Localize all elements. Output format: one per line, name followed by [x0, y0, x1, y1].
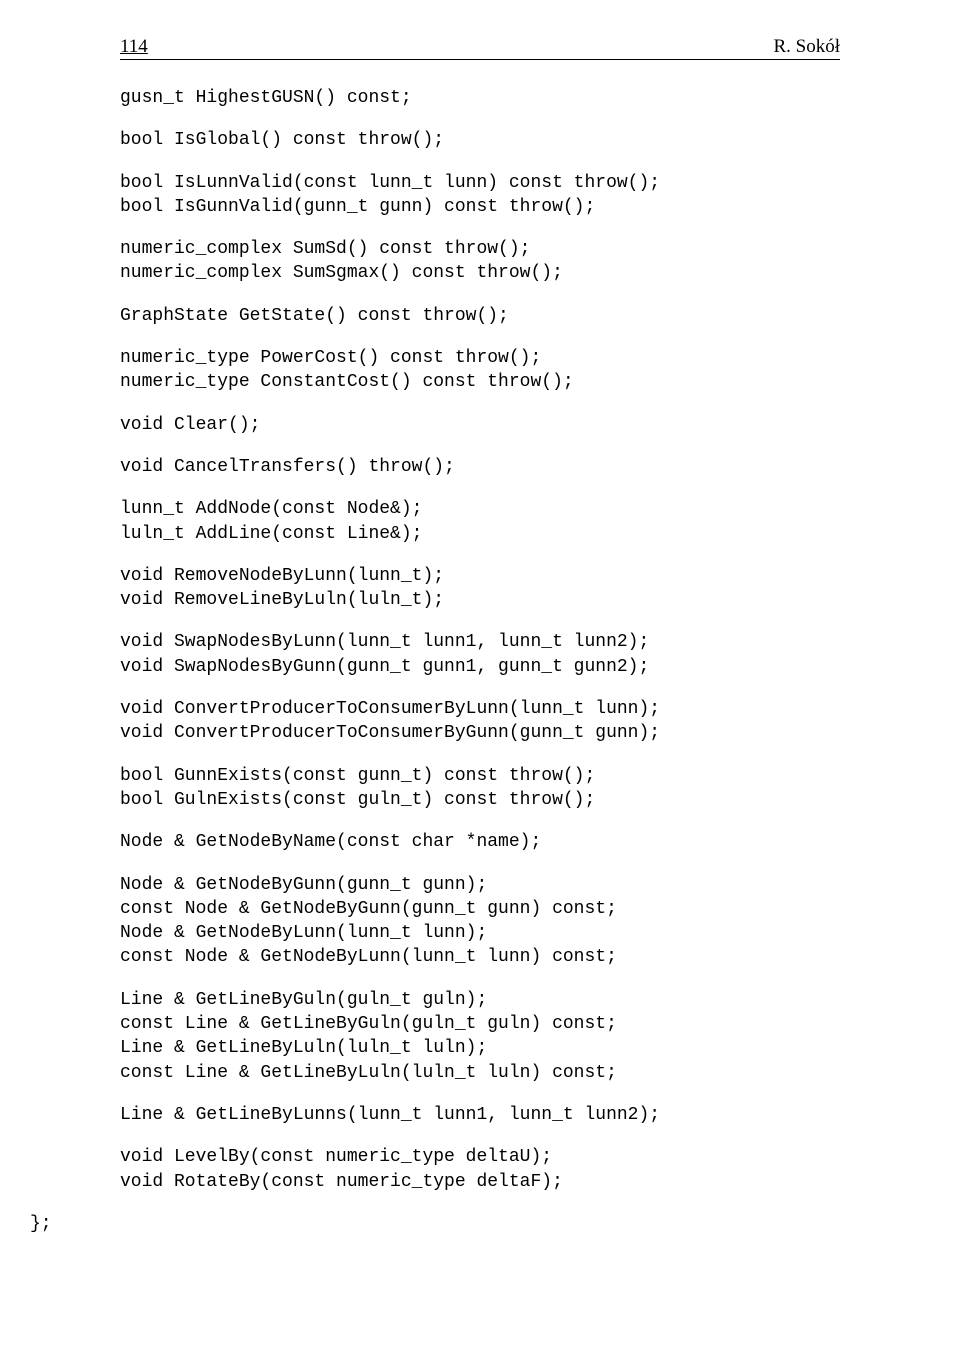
code-line: void ConvertProducerToConsumerByLunn(lun… [120, 697, 840, 746]
code-closing-brace: }; [30, 1214, 840, 1234]
code-line: void SwapNodesByLunn(lunn_t lunn1, lunn_… [120, 630, 840, 679]
code-line: bool GunnExists(const gunn_t) const thro… [120, 764, 840, 813]
code-listing: gusn_t HighestGUSN() const; bool IsGloba… [120, 86, 840, 1234]
code-line: gusn_t HighestGUSN() const; [120, 86, 840, 110]
code-line: Line & GetLineByGuln(guln_t guln); const… [120, 988, 840, 1085]
code-line: Line & GetLineByLunns(lunn_t lunn1, lunn… [120, 1103, 840, 1127]
page-container: 114 R. Sokół gusn_t HighestGUSN() const;… [0, 0, 960, 1294]
page-header: 114 R. Sokół [120, 36, 840, 60]
code-line: bool IsGlobal() const throw(); [120, 128, 840, 152]
code-line: bool IsLunnValid(const lunn_t lunn) cons… [120, 171, 840, 220]
code-line: numeric_type PowerCost() const throw(); … [120, 346, 840, 395]
code-line: void CancelTransfers() throw(); [120, 455, 840, 479]
code-line: GraphState GetState() const throw(); [120, 304, 840, 328]
code-line: lunn_t AddNode(const Node&); luln_t AddL… [120, 497, 840, 546]
page-number: 114 [120, 36, 148, 58]
code-line: void RemoveNodeByLunn(lunn_t); void Remo… [120, 564, 840, 613]
code-line: void Clear(); [120, 413, 840, 437]
code-line: Node & GetNodeByName(const char *name); [120, 830, 840, 854]
code-line: numeric_complex SumSd() const throw(); n… [120, 237, 840, 286]
code-line: Node & GetNodeByGunn(gunn_t gunn); const… [120, 873, 840, 970]
author-name: R. Sokół [773, 36, 840, 58]
code-line: void LevelBy(const numeric_type deltaU);… [120, 1145, 840, 1194]
